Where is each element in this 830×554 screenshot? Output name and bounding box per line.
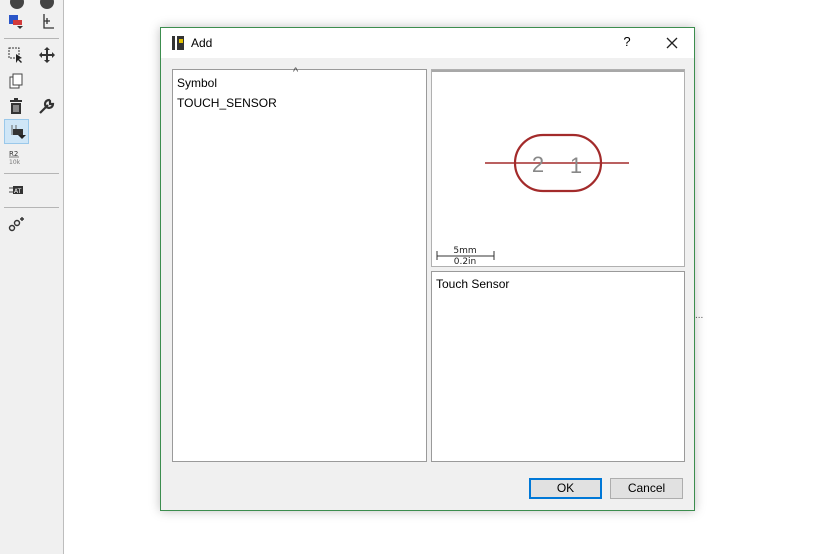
preview-canvas: 2 1 5mm 0.2in — [436, 133, 629, 266]
wrench-icon[interactable] — [36, 95, 58, 117]
library-icon — [170, 35, 186, 54]
left-toolbar: R2 10k AT — [0, 0, 64, 554]
close-icon — [666, 37, 678, 49]
scale-bar: 5mm 0.2in — [436, 246, 495, 266]
select-icon[interactable] — [5, 44, 27, 66]
sort-ascending-icon[interactable]: ^ — [293, 66, 298, 78]
svg-text:AT: AT — [14, 188, 22, 195]
description-text: Touch Sensor — [436, 277, 510, 291]
close-button[interactable] — [661, 32, 683, 54]
list-header-symbol[interactable]: Symbol — [177, 76, 217, 90]
origin-icon[interactable] — [36, 10, 58, 32]
toolbar-separator — [4, 207, 59, 208]
description-panel: Touch Sensor — [431, 271, 685, 462]
copy-icon[interactable] — [5, 70, 27, 92]
list-item[interactable]: TOUCH_SENSOR — [177, 96, 277, 110]
help-button[interactable]: ? — [617, 34, 637, 52]
toolbar-separator — [4, 38, 59, 39]
delete-icon[interactable] — [5, 95, 27, 117]
net-icon[interactable] — [5, 213, 27, 235]
value-icon[interactable]: R2 10k — [5, 146, 27, 168]
symbol-list[interactable]: ^ Symbol TOUCH_SENSOR — [172, 66, 427, 462]
scale-metric: 5mm — [453, 246, 476, 256]
dialog-title: Add — [191, 36, 213, 50]
cancel-button[interactable]: Cancel — [610, 478, 683, 499]
dialog-titlebar[interactable]: Add ? — [161, 28, 694, 58]
symbol-preview: 2 1 5mm 0.2in — [431, 69, 685, 267]
canvas-dots: ... — [695, 310, 704, 321]
color-icon[interactable] — [5, 10, 27, 32]
ok-button[interactable]: OK — [529, 478, 602, 499]
add-dialog: Add ? ^ Symbol TOUCH_SENSOR 2 1 5mm 0.2i… — [160, 27, 695, 511]
attribute-icon[interactable]: AT — [5, 179, 27, 201]
move-icon[interactable] — [36, 44, 58, 66]
svg-text:10k: 10k — [9, 159, 21, 166]
scale-imperial: 0.2in — [454, 257, 477, 266]
pin-label: 2 — [532, 152, 544, 177]
toolbar-separator — [4, 173, 59, 174]
pin-label: 1 — [570, 153, 582, 178]
add-part-icon[interactable] — [4, 119, 29, 144]
